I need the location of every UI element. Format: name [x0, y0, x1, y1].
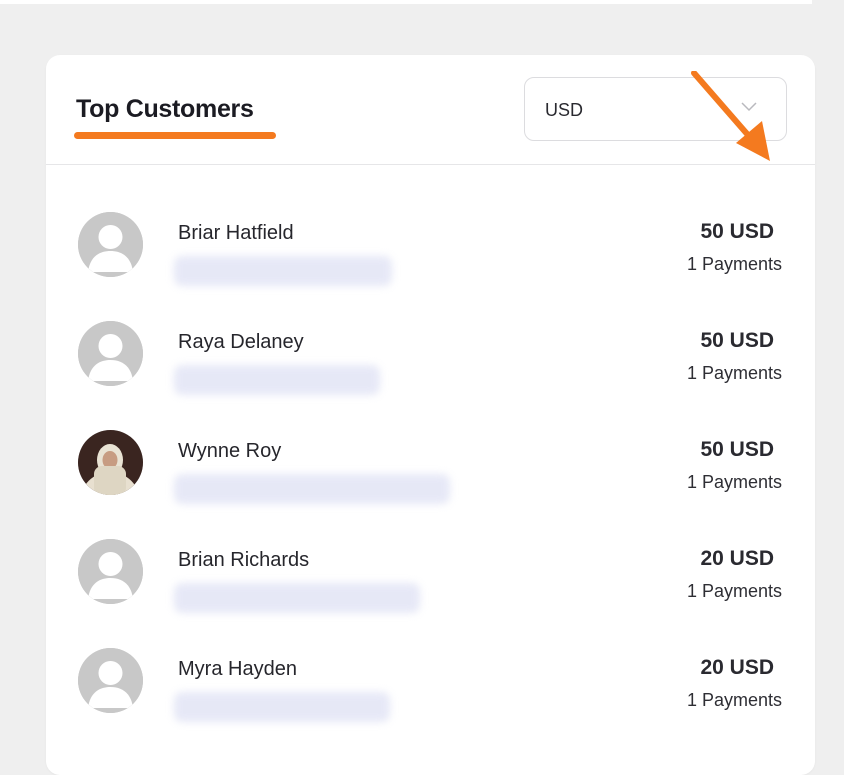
customer-name: Myra Hayden [178, 658, 297, 680]
customer-amount: 50 USD [700, 329, 774, 352]
customer-row[interactable]: Brian Richards 20 USD 1 Payments [46, 493, 815, 613]
currency-selected-value: USD [545, 100, 584, 120]
customer-row[interactable]: Raya Delaney 50 USD 1 Payments [46, 275, 815, 395]
customer-name: Brian Richards [178, 549, 310, 571]
default-avatar-icon [78, 321, 143, 386]
default-avatar-icon [78, 212, 143, 277]
chevron-down-icon [741, 102, 757, 112]
widget-title: Top Customers [76, 95, 254, 123]
customer-payments: 1 Payments [686, 581, 782, 601]
customer-amount: 20 USD [700, 656, 774, 679]
customer-row[interactable]: Myra Hayden 20 USD 1 Payments [46, 602, 815, 722]
card-header: Top Customers USD [46, 55, 815, 165]
currency-select[interactable]: USD [524, 77, 787, 141]
customer-payments: 1 Payments [686, 472, 782, 492]
customer-email-redacted [174, 692, 390, 722]
default-avatar-icon [78, 648, 143, 713]
customer-amount: 20 USD [700, 547, 774, 570]
default-avatar-icon [78, 539, 143, 604]
customer-name: Wynne Roy [178, 440, 282, 462]
customer-name: Raya Delaney [178, 331, 304, 353]
customer-payments: 1 Payments [686, 690, 782, 710]
title-underline [74, 132, 276, 139]
customer-amount: 50 USD [700, 220, 774, 243]
customer-row[interactable]: Wynne Roy 50 USD 1 Payments [46, 384, 815, 504]
top-customers-card: Top Customers USD Briar Hatfield 50 USD 1 … [46, 55, 815, 775]
customer-amount: 50 USD [700, 438, 774, 461]
customer-row[interactable]: Briar Hatfield 50 USD 1 Payments [46, 166, 815, 286]
top-strip [0, 0, 812, 4]
customer-name: Briar Hatfield [178, 222, 294, 244]
customer-avatar-photo [78, 430, 143, 495]
customer-payments: 1 Payments [686, 254, 782, 274]
customer-payments: 1 Payments [686, 363, 782, 383]
customer-list: Briar Hatfield 50 USD 1 Payments Raya Dela… [46, 166, 815, 722]
